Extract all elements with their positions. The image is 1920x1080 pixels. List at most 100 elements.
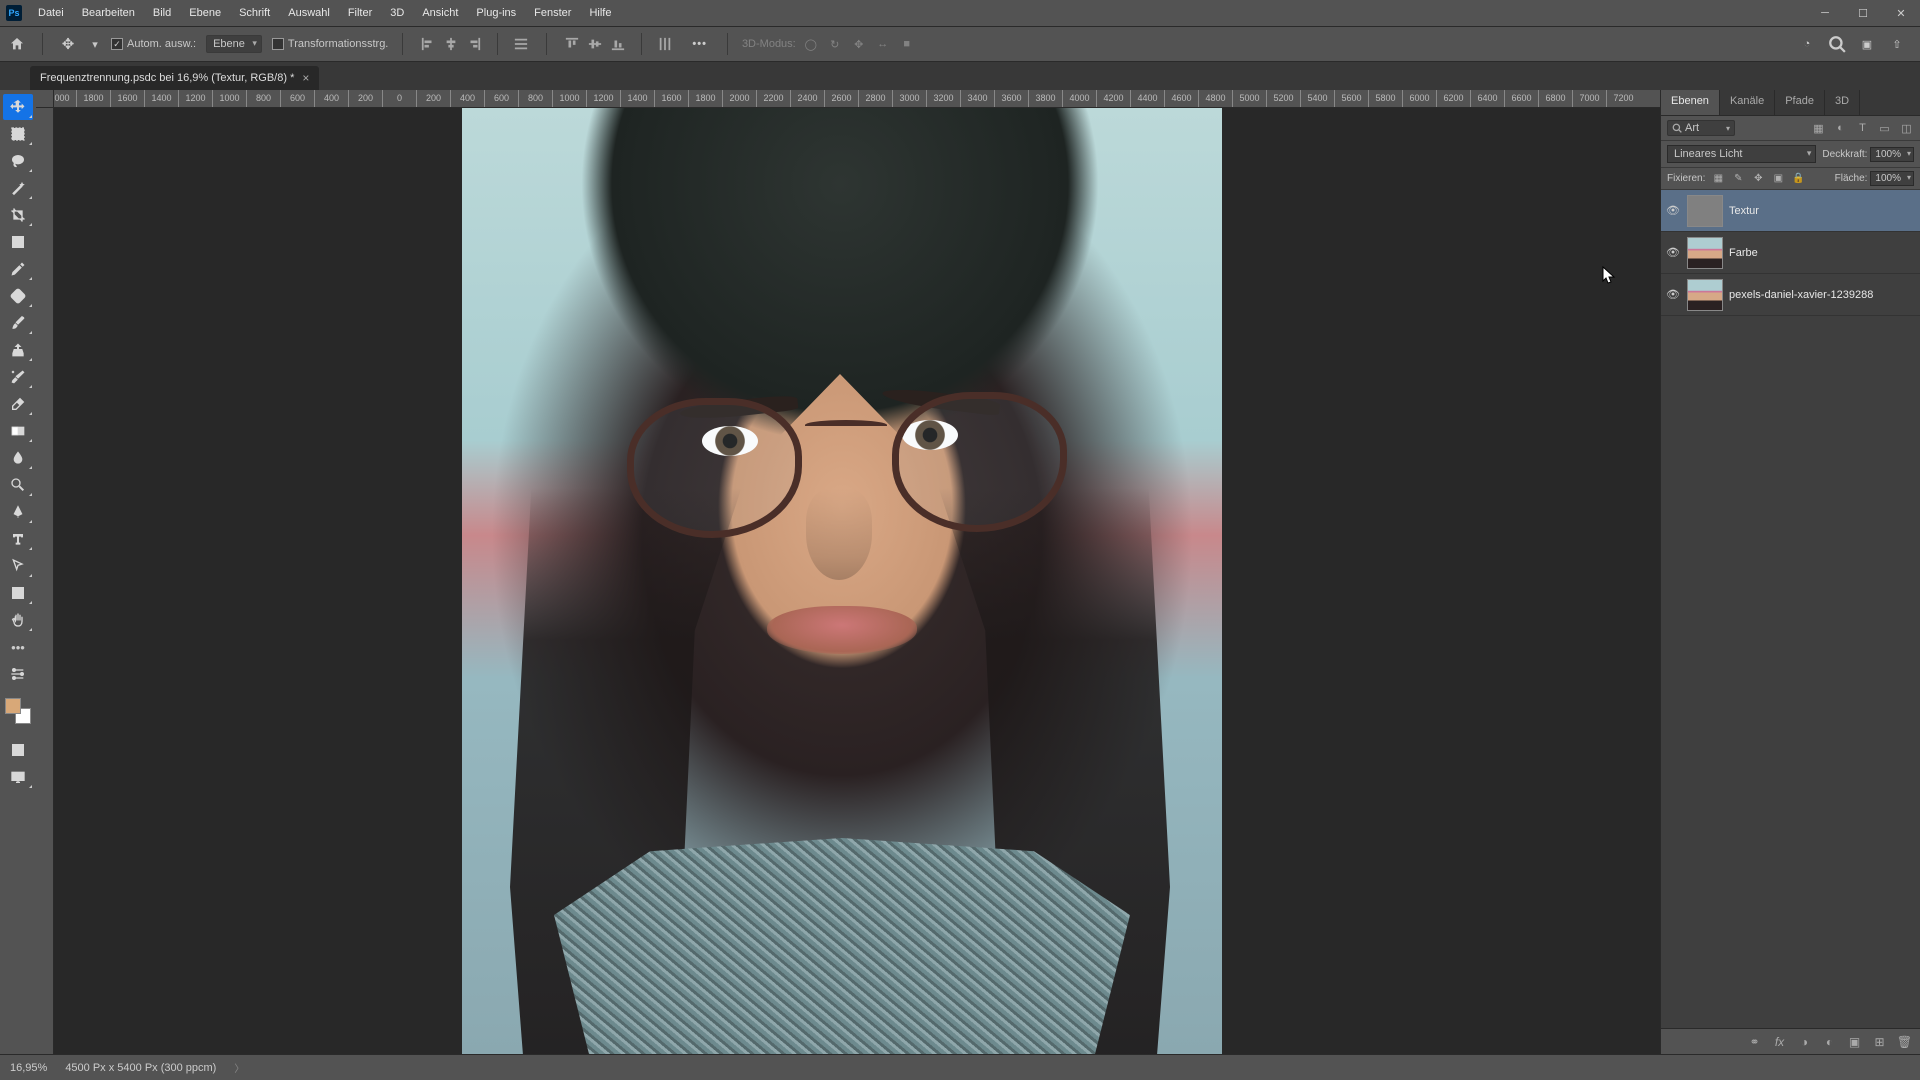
auto-select-target-dropdown[interactable]: Ebene bbox=[206, 35, 262, 53]
magic-wand-tool[interactable] bbox=[3, 175, 33, 201]
adjustment-layer-icon[interactable]: ◐ bbox=[1822, 1034, 1837, 1049]
filter-shape-icon[interactable]: ▭ bbox=[1877, 121, 1892, 136]
layer-filter-type-dropdown[interactable]: Art ▾ bbox=[1667, 120, 1735, 136]
transform-controls-checkbox[interactable]: Transformationsstrg. bbox=[272, 38, 388, 50]
window-close-button[interactable]: ✕ bbox=[1882, 0, 1920, 26]
more-tools-button[interactable]: ••• bbox=[3, 634, 33, 660]
marquee-tool[interactable] bbox=[3, 121, 33, 147]
home-button[interactable] bbox=[6, 33, 28, 55]
3d-orbit-icon[interactable]: ◯ bbox=[802, 35, 820, 53]
blur-tool[interactable] bbox=[3, 445, 33, 471]
align-bottom-button[interactable] bbox=[607, 33, 629, 55]
lock-pixels-icon[interactable]: ✎ bbox=[1731, 172, 1745, 186]
tab-layers[interactable]: Ebenen bbox=[1661, 90, 1720, 115]
edit-toolbar-button[interactable] bbox=[3, 661, 33, 687]
tab-3d[interactable]: 3D bbox=[1825, 90, 1860, 115]
tab-channels[interactable]: Kanäle bbox=[1720, 90, 1775, 115]
menu-window[interactable]: Fenster bbox=[526, 4, 579, 22]
foreground-color-swatch[interactable] bbox=[5, 698, 21, 714]
auto-select-checkbox[interactable]: ✓ Autom. ausw.: bbox=[111, 38, 196, 50]
horizontal-ruler[interactable]: 2400220020001800160014001200100080060040… bbox=[54, 90, 1660, 108]
clone-stamp-tool[interactable] bbox=[3, 337, 33, 363]
layer-name[interactable]: pexels-daniel-xavier-1239288 bbox=[1729, 289, 1873, 301]
vertical-ruler[interactable] bbox=[36, 90, 54, 1054]
frame-tool[interactable] bbox=[3, 229, 33, 255]
menu-layer[interactable]: Ebene bbox=[181, 4, 229, 22]
eraser-tool[interactable] bbox=[3, 391, 33, 417]
distribute-v-button[interactable] bbox=[654, 33, 676, 55]
color-swatches[interactable] bbox=[5, 698, 31, 724]
dodge-tool[interactable] bbox=[3, 472, 33, 498]
layer-row[interactable]: 👁Textur bbox=[1661, 190, 1920, 232]
window-maximize-button[interactable]: ☐ bbox=[1844, 0, 1882, 26]
link-layers-icon[interactable]: ⚭ bbox=[1747, 1034, 1762, 1049]
3d-pan-icon[interactable]: ✥ bbox=[850, 35, 868, 53]
layer-thumbnail[interactable] bbox=[1687, 237, 1723, 269]
pen-tool[interactable] bbox=[3, 499, 33, 525]
layer-thumbnail[interactable] bbox=[1687, 279, 1723, 311]
shape-tool[interactable] bbox=[3, 580, 33, 606]
filter-pixel-icon[interactable]: ▦ bbox=[1811, 121, 1826, 136]
menu-view[interactable]: Ansicht bbox=[414, 4, 466, 22]
blend-mode-dropdown[interactable]: Lineares Licht bbox=[1667, 145, 1816, 163]
lock-artboard-icon[interactable]: ▣ bbox=[1771, 172, 1785, 186]
close-tab-icon[interactable]: × bbox=[302, 71, 309, 85]
hand-tool[interactable] bbox=[3, 607, 33, 633]
more-options-button[interactable]: ••• bbox=[686, 38, 713, 50]
tab-paths[interactable]: Pfade bbox=[1775, 90, 1825, 115]
menu-3d[interactable]: 3D bbox=[382, 4, 412, 22]
quick-mask-button[interactable] bbox=[3, 737, 33, 763]
lock-all-icon[interactable]: 🔒 bbox=[1791, 172, 1805, 186]
layer-visibility-icon[interactable]: 👁 bbox=[1665, 203, 1681, 219]
3d-slide-icon[interactable]: ↔ bbox=[874, 35, 892, 53]
menu-filter[interactable]: Filter bbox=[340, 4, 380, 22]
screen-mode-button[interactable] bbox=[3, 764, 33, 790]
layer-row[interactable]: 👁Farbe bbox=[1661, 232, 1920, 274]
distribute-button[interactable] bbox=[510, 33, 532, 55]
healing-brush-tool[interactable] bbox=[3, 283, 33, 309]
share-icon[interactable]: ⇧ bbox=[1888, 35, 1906, 53]
menu-image[interactable]: Bild bbox=[145, 4, 179, 22]
align-right-button[interactable] bbox=[463, 33, 485, 55]
fill-value-input[interactable]: 100% bbox=[1870, 171, 1914, 186]
layer-style-icon[interactable]: fx bbox=[1772, 1034, 1787, 1049]
type-tool[interactable] bbox=[3, 526, 33, 552]
lock-position-icon[interactable]: ✥ bbox=[1751, 172, 1765, 186]
lock-transparency-icon[interactable]: ▦ bbox=[1711, 172, 1725, 186]
tool-preset-dropdown[interactable]: ▾ bbox=[89, 33, 101, 55]
layer-row[interactable]: 👁 pexels-daniel-xavier-1239288 bbox=[1661, 274, 1920, 316]
layer-mask-icon[interactable]: ◑ bbox=[1797, 1034, 1812, 1049]
menu-select[interactable]: Auswahl bbox=[280, 4, 338, 22]
eyedropper-tool[interactable] bbox=[3, 256, 33, 282]
path-select-tool[interactable] bbox=[3, 553, 33, 579]
window-minimize-button[interactable]: ─ bbox=[1806, 0, 1844, 26]
align-left-button[interactable] bbox=[417, 33, 439, 55]
arrange-docs-icon[interactable]: ▣ bbox=[1858, 35, 1876, 53]
layer-visibility-icon[interactable]: 👁 bbox=[1665, 287, 1681, 303]
align-hcenter-button[interactable] bbox=[440, 33, 462, 55]
3d-roll-icon[interactable]: ↻ bbox=[826, 35, 844, 53]
menu-plugins[interactable]: Plug-ins bbox=[468, 4, 524, 22]
history-brush-tool[interactable] bbox=[3, 364, 33, 390]
lasso-tool[interactable] bbox=[3, 148, 33, 174]
new-layer-icon[interactable]: ⊞ bbox=[1872, 1034, 1887, 1049]
menu-type[interactable]: Schrift bbox=[231, 4, 278, 22]
layer-thumbnail[interactable] bbox=[1687, 195, 1723, 227]
group-layers-icon[interactable]: ▣ bbox=[1847, 1034, 1862, 1049]
document-canvas[interactable] bbox=[462, 108, 1222, 1054]
align-vcenter-button[interactable] bbox=[584, 33, 606, 55]
menu-help[interactable]: Hilfe bbox=[581, 4, 619, 22]
crop-tool[interactable] bbox=[3, 202, 33, 228]
delete-layer-icon[interactable]: 🗑 bbox=[1897, 1034, 1912, 1049]
menu-edit[interactable]: Bearbeiten bbox=[74, 4, 143, 22]
align-top-button[interactable] bbox=[561, 33, 583, 55]
document-tab[interactable]: Frequenztrennung.psdc bei 16,9% (Textur,… bbox=[30, 66, 319, 90]
filter-type-icon[interactable]: T bbox=[1855, 121, 1870, 136]
zoom-level[interactable]: 16,95% bbox=[10, 1062, 47, 1074]
filter-smart-icon[interactable]: ◫ bbox=[1899, 121, 1914, 136]
menu-file[interactable]: Datei bbox=[30, 4, 72, 22]
opacity-value-input[interactable]: 100% bbox=[1870, 147, 1914, 162]
canvas-area[interactable]: 2400220020001800160014001200100080060040… bbox=[36, 90, 1660, 1054]
layer-name[interactable]: Farbe bbox=[1729, 247, 1758, 259]
status-chevron-icon[interactable]: 〉 bbox=[234, 1060, 244, 1075]
